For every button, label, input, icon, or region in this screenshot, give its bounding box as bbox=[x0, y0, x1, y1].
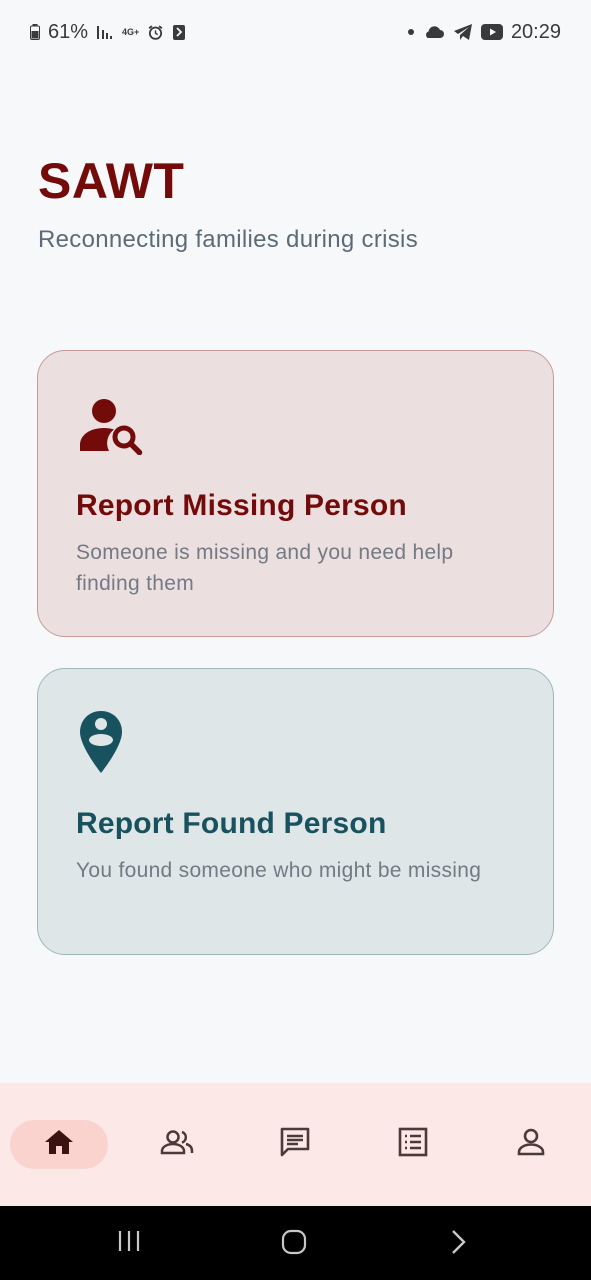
network-4g-icon: 4G+ bbox=[122, 26, 140, 37]
alarm-icon bbox=[147, 24, 164, 41]
cloud-icon bbox=[423, 24, 445, 40]
recent-apps-icon[interactable] bbox=[116, 1228, 142, 1254]
battery-percent: 61% bbox=[48, 20, 89, 43]
system-navigation-bar bbox=[0, 1206, 591, 1280]
status-bar: 61% 4G+ 20:29 bbox=[0, 0, 591, 64]
report-found-title: Report Found Person bbox=[76, 807, 387, 840]
app-title: SAWT bbox=[38, 153, 185, 209]
status-bar-left: 61% 4G+ bbox=[30, 21, 186, 44]
report-missing-title: Report Missing Person bbox=[76, 489, 407, 522]
report-missing-description: Someone is missing and you need help fin… bbox=[76, 541, 454, 595]
app-screen: 61% 4G+ 20:29 SAWT Reconnecting families… bbox=[0, 0, 591, 1280]
nav-list[interactable] bbox=[364, 1120, 462, 1169]
people-icon bbox=[160, 1129, 194, 1160]
person-search-icon bbox=[78, 397, 144, 460]
report-found-description: You found someone who might be missing bbox=[76, 859, 482, 882]
nav-people[interactable] bbox=[128, 1120, 226, 1169]
home-icon bbox=[44, 1128, 74, 1161]
chat-icon bbox=[279, 1126, 311, 1163]
network-type-label: 4G+ bbox=[122, 26, 140, 37]
signal-icon bbox=[96, 24, 114, 40]
report-missing-card[interactable]: Report Missing Person Someone is missing… bbox=[37, 350, 554, 637]
home-button-icon[interactable] bbox=[280, 1228, 308, 1256]
status-bar-right: 20:29 bbox=[407, 21, 561, 44]
list-icon bbox=[398, 1127, 428, 1162]
nav-chat[interactable] bbox=[246, 1120, 344, 1169]
report-found-card[interactable]: Report Found Person You found someone wh… bbox=[37, 668, 554, 955]
youtube-icon bbox=[480, 24, 503, 40]
bottom-navigation bbox=[0, 1083, 591, 1206]
person-pin-icon bbox=[78, 709, 124, 780]
nav-profile[interactable] bbox=[482, 1120, 580, 1169]
profile-icon bbox=[517, 1128, 545, 1161]
nav-home[interactable] bbox=[10, 1120, 108, 1169]
battery-icon bbox=[30, 24, 40, 40]
dot-icon bbox=[407, 28, 415, 36]
app-subtitle: Reconnecting families during crisis bbox=[38, 226, 418, 253]
clock: 20:29 bbox=[510, 20, 561, 43]
back-icon[interactable] bbox=[448, 1228, 468, 1256]
telegram-icon bbox=[453, 23, 473, 41]
nfc-icon bbox=[172, 24, 186, 41]
